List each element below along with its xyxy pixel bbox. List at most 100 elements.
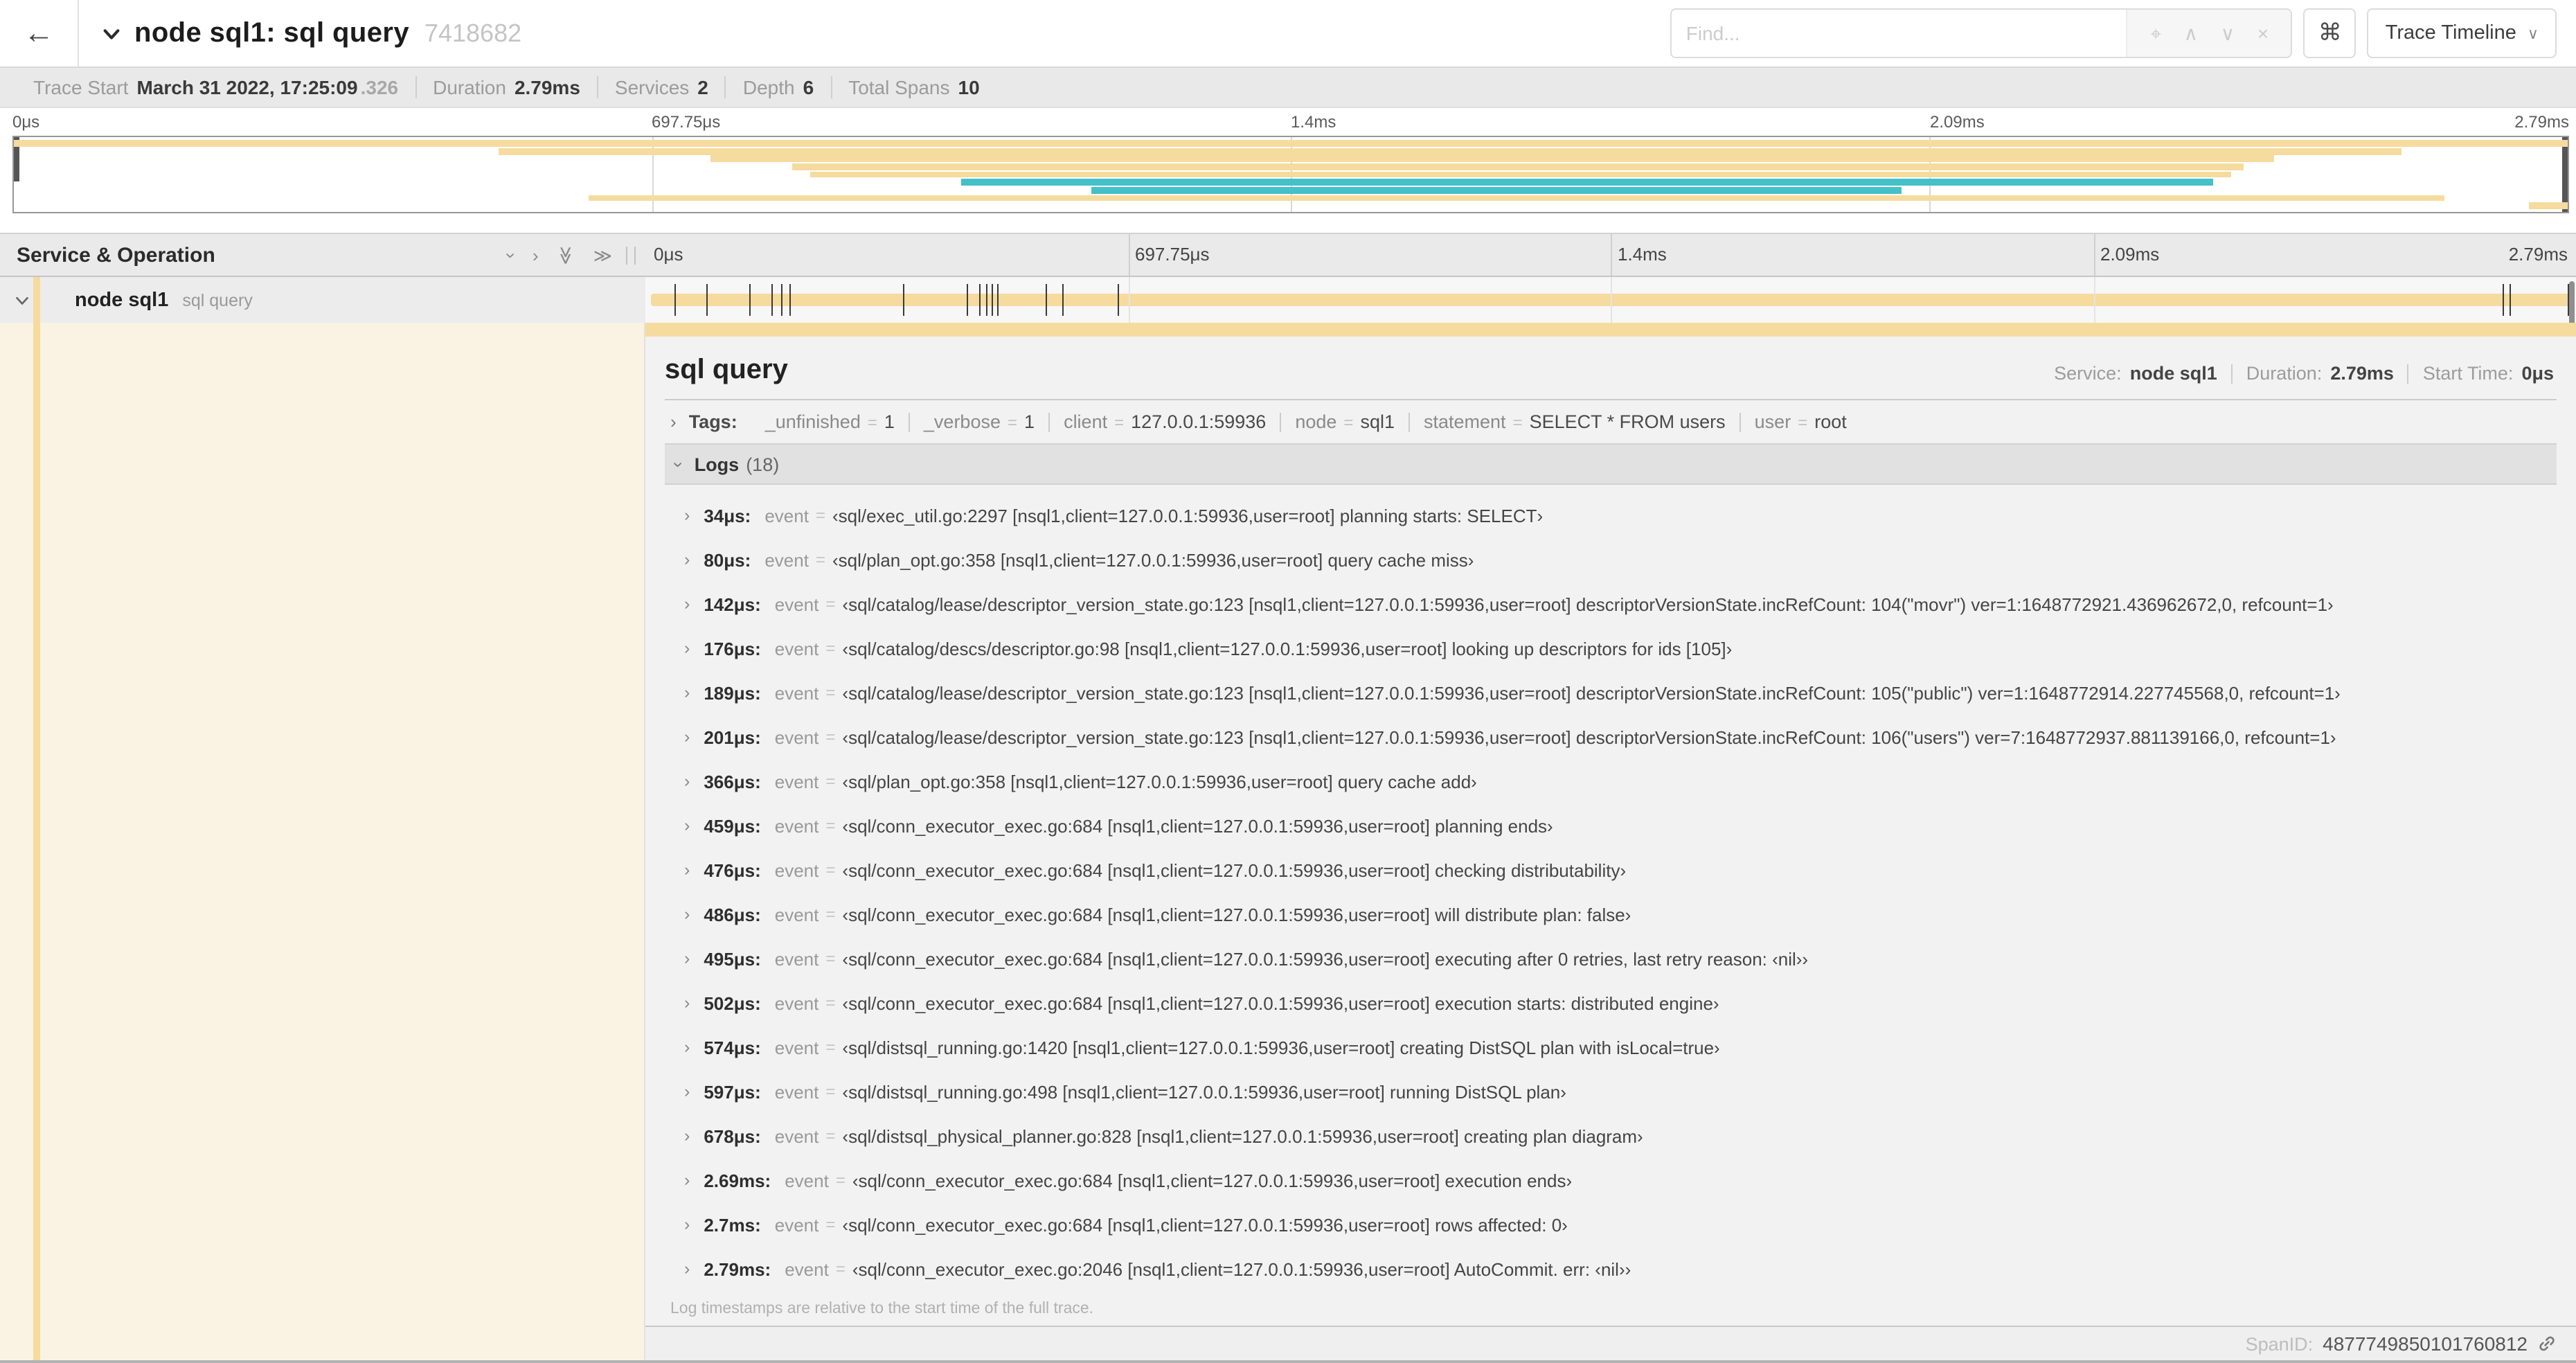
chevron-right-icon[interactable]: › [684, 1037, 690, 1057]
service-label: Service: [2054, 363, 2122, 384]
chevron-right-icon[interactable]: › [684, 860, 690, 880]
tag-key: _verbose [923, 411, 1001, 432]
chevron-right-icon[interactable]: › [684, 816, 690, 835]
chevron-right-icon[interactable]: › [684, 905, 690, 924]
find-group: ⌖ ∧ ∨ × [1670, 8, 2293, 58]
log-field-value: ‹sql/conn_executor_exec.go:684 [nsql1,cl… [842, 1214, 1568, 1235]
log-timestamp: 201μs: [704, 727, 761, 747]
log-row[interactable]: › 597μs: event = ‹sql/distsql_running.go:498… [684, 1069, 2557, 1114]
minimap-span-bar [2529, 202, 2568, 210]
timeline-axis-label: 1.4ms [1618, 244, 1667, 265]
log-field-value: ‹sql/distsql_running.go:498 [nsql1,clien… [842, 1081, 1566, 1102]
start-time-value: 0μs [2521, 363, 2554, 384]
chevron-right-icon[interactable]: › [684, 683, 690, 702]
log-row[interactable]: › 502μs: event = ‹sql/conn_executor_exec.go:… [684, 981, 2557, 1025]
chevron-right-icon[interactable]: › [684, 550, 690, 569]
find-input[interactable] [1672, 10, 2127, 57]
minimap-span-bar [810, 171, 2231, 178]
log-row[interactable]: › 459μs: event = ‹sql/conn_executor_exec.go:… [684, 803, 2557, 848]
log-timestamp: 2.79ms: [704, 1258, 771, 1279]
trace-title-group[interactable]: node sql1: sql query 7418682 [101, 17, 521, 49]
timeline-axis-label: 2.09ms [2100, 244, 2160, 265]
equals-sign: = [825, 639, 836, 658]
log-field-key: event [774, 682, 819, 703]
log-row[interactable]: › 34μs: event = ‹sql/exec_util.go:2297 [nsql… [684, 493, 2557, 537]
log-row[interactable]: › 142μs: event = ‹sql/catalog/lease/descript… [684, 582, 2557, 626]
minimap-right-handle[interactable] [2562, 137, 2568, 212]
log-field-key: event [774, 771, 819, 792]
prev-match-icon[interactable]: ∧ [2184, 24, 2199, 43]
log-row[interactable]: › 366μs: event = ‹sql/plan_opt.go:358 [nsql1… [684, 759, 2557, 803]
log-timestamp: 2.7ms: [704, 1214, 761, 1235]
expand-all-icon[interactable]: ≫ [593, 246, 612, 264]
logs-section-toggle[interactable]: › Logs (18) [665, 443, 2557, 485]
collapse-all-icon[interactable]: ≫ [555, 245, 576, 264]
tag-value: 1 [1024, 411, 1035, 432]
back-button[interactable]: ← [0, 0, 79, 66]
divider [2407, 364, 2409, 383]
log-row[interactable]: › 189μs: event = ‹sql/catalog/lease/descript… [684, 670, 2557, 715]
detail-span-title: sql query [665, 355, 788, 385]
timeline-gridline [1611, 277, 1612, 323]
log-row[interactable]: › 2.69ms: event = ‹sql/conn_executor_exec.go… [684, 1158, 2557, 1202]
log-timestamp: 574μs: [704, 1037, 761, 1058]
log-row[interactable]: › 678μs: event = ‹sql/distsql_physical_plann… [684, 1114, 2557, 1158]
log-row[interactable]: › 476μs: event = ‹sql/conn_executor_exec.go:… [684, 848, 2557, 892]
chevron-down-icon[interactable] [101, 23, 122, 44]
minimap-canvas[interactable] [12, 136, 2569, 213]
log-timestamp: 502μs: [704, 992, 761, 1013]
log-marker-tick [985, 284, 987, 316]
collapse-one-icon[interactable]: › [501, 252, 522, 258]
log-row[interactable]: › 201μs: event = ‹sql/catalog/lease/descript… [684, 715, 2557, 759]
log-timestamp: 80μs: [704, 549, 751, 570]
chevron-down-icon[interactable] [14, 292, 30, 308]
tag-item: _unfinished = 1 [751, 411, 909, 432]
chevron-right-icon[interactable]: › [684, 1170, 690, 1190]
equals-sign: = [825, 727, 836, 747]
log-timestamp: 142μs: [704, 594, 761, 614]
tags-section-toggle[interactable]: › Tags: _unfinished = 1 _verbose = 1 client = 12… [665, 400, 2557, 443]
trace-info-label: Services [614, 76, 690, 98]
trace-info-label: Depth [742, 76, 795, 98]
chevron-right-icon[interactable]: › [684, 993, 690, 1013]
timeline-gridline [1128, 234, 1129, 276]
chevron-right-icon[interactable]: › [684, 1259, 690, 1279]
log-row[interactable]: › 2.7ms: event = ‹sql/conn_executor_exec.go:… [684, 1202, 2557, 1247]
log-field-value: ‹sql/conn_executor_exec.go:2046 [nsql1,c… [852, 1258, 1631, 1279]
log-field-value: ‹sql/distsql_running.go:1420 [nsql1,clie… [842, 1037, 1720, 1058]
log-field-key: event [774, 638, 819, 659]
log-field-value: ‹sql/conn_executor_exec.go:684 [nsql1,cl… [842, 904, 1631, 925]
expand-one-icon[interactable]: › [533, 246, 539, 264]
clear-search-icon[interactable]: × [2257, 24, 2269, 43]
chevron-right-icon[interactable]: › [684, 506, 690, 525]
log-row[interactable]: › 495μs: event = ‹sql/conn_executor_exec.go:… [684, 936, 2557, 981]
next-match-icon[interactable]: ∨ [2221, 24, 2235, 43]
trace-info-label: Duration [433, 76, 506, 98]
log-row[interactable]: › 80μs: event = ‹sql/plan_opt.go:358 [nsql1,… [684, 537, 2557, 582]
chevron-right-icon[interactable]: › [684, 594, 690, 614]
log-row[interactable]: › 2.79ms: event = ‹sql/conn_executor_exec.go… [684, 1247, 2557, 1291]
log-marker-tick [789, 284, 791, 316]
log-field-key: event [774, 992, 819, 1013]
column-resizer-grip[interactable] [626, 247, 636, 265]
view-selector-button[interactable]: Trace Timeline ∨ [2367, 8, 2557, 58]
chevron-right-icon[interactable]: › [684, 949, 690, 968]
log-row[interactable]: › 176μs: event = ‹sql/catalog/descs/descript… [684, 626, 2557, 670]
chevron-right-icon[interactable]: › [684, 639, 690, 658]
log-row[interactable]: › 574μs: event = ‹sql/distsql_running.go:142… [684, 1025, 2557, 1069]
chevron-right-icon[interactable]: › [684, 1126, 690, 1146]
keyboard-shortcuts-button[interactable]: ⌘ [2303, 8, 2356, 58]
chevron-right-icon[interactable]: › [684, 1215, 690, 1234]
span-row[interactable]: node sql1 sql query [0, 277, 2576, 323]
vertical-scrollbar-thumb[interactable] [2569, 281, 2575, 326]
chevron-right-icon[interactable]: › [684, 727, 690, 747]
chevron-right-icon[interactable]: › [684, 1082, 690, 1101]
log-row[interactable]: › 486μs: event = ‹sql/conn_executor_exec.go:… [684, 892, 2557, 936]
span-row-name-cell[interactable]: node sql1 sql query [0, 277, 645, 323]
span-row-timeline-cell[interactable] [645, 277, 2576, 323]
locate-icon[interactable]: ⌖ [2150, 24, 2161, 43]
tags-label: Tags: [688, 411, 737, 432]
chevron-right-icon[interactable]: › [684, 772, 690, 791]
tags-list: _unfinished = 1 _verbose = 1 client = 127.0.0.1:… [751, 411, 1861, 432]
deep-link-icon[interactable] [2537, 1334, 2557, 1353]
